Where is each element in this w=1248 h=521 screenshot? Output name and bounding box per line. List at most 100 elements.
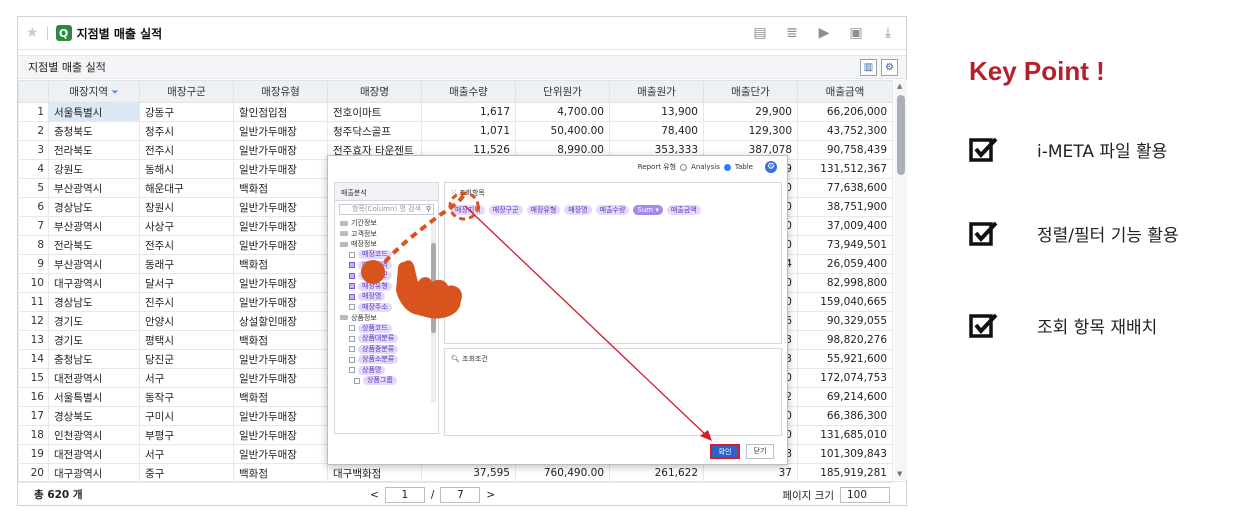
table-cell[interactable]: 경기도 — [48, 311, 140, 331]
tree-item[interactable]: 매장주소 — [340, 302, 438, 313]
table-cell[interactable]: 일반가두매장 — [233, 216, 328, 236]
table-cell[interactable]: 90,758,439 — [797, 140, 893, 160]
table-cell[interactable]: 강동구 — [139, 102, 234, 122]
table-cell[interactable]: 백화점 — [233, 330, 328, 350]
play-icon[interactable]: ▶ — [816, 25, 832, 41]
tree-checkbox[interactable] — [349, 346, 355, 353]
scroll-up-icon[interactable]: ▲ — [897, 82, 902, 90]
table-row[interactable]: 1 서울특별시 강동구 할인점입점 전호이마트 1,617 4,700.00 13,900 29… — [18, 102, 893, 122]
column-header[interactable]: 매장구군 — [139, 80, 234, 103]
download-icon[interactable]: ⤓ — [880, 25, 896, 41]
table-cell[interactable]: 37,595 — [421, 463, 516, 483]
tree-item[interactable]: 매장코드 — [340, 250, 438, 261]
table-cell[interactable]: 부산광역시 — [48, 254, 140, 274]
table-cell[interactable]: 4,700.00 — [515, 102, 610, 122]
table-cell[interactable]: 185,919,281 — [797, 463, 893, 483]
page-input[interactable]: 1 — [384, 487, 425, 503]
table-cell[interactable]: 백화점 — [233, 387, 328, 407]
tree-folder[interactable]: 매장정보 — [340, 239, 438, 250]
column-header[interactable]: 매장명 — [327, 80, 422, 103]
table-cell[interactable]: 172,074,753 — [797, 368, 893, 388]
save-icon[interactable]: ▣ — [848, 25, 864, 41]
table-cell[interactable]: 73,949,501 — [797, 235, 893, 255]
chart-icon[interactable]: ▥ — [860, 59, 877, 76]
table-cell[interactable]: 평택시 — [139, 330, 234, 350]
table-cell[interactable]: 경상남도 — [48, 292, 140, 312]
tree-item[interactable]: 매장유형 — [340, 281, 438, 292]
table-cell[interactable]: 동작구 — [139, 387, 234, 407]
table-cell[interactable]: 대전광역시 — [48, 368, 140, 388]
tree-folder[interactable]: 상품정보 — [340, 313, 438, 324]
tree-checkbox[interactable] — [354, 377, 360, 384]
table-cell[interactable]: 101,309,843 — [797, 444, 893, 464]
table-cell[interactable]: 69,214,600 — [797, 387, 893, 407]
analysis-radio[interactable] — [680, 163, 688, 171]
tree-checkbox[interactable] — [349, 272, 355, 279]
table-cell[interactable]: 안양시 — [139, 311, 234, 331]
table-cell[interactable]: 경상북도 — [48, 406, 140, 426]
tree-item[interactable]: 상품코드 — [340, 323, 438, 334]
table-cell[interactable]: 청주닥스골프 — [327, 121, 422, 141]
table-cell[interactable]: 일반가두매장 — [233, 425, 328, 445]
tree-item[interactable]: 매장구군 — [340, 271, 438, 282]
table-cell[interactable]: 서울특별시 — [48, 102, 140, 122]
table-cell[interactable]: 중구 — [139, 463, 234, 483]
table-cell[interactable]: 창원시 — [139, 197, 234, 217]
query-item-chip[interactable]: 매출수량 — [595, 205, 630, 215]
search-icon[interactable]: ⚲ — [426, 205, 431, 214]
table-cell[interactable]: 1,071 — [421, 121, 516, 141]
table-cell[interactable]: 대구광역시 — [48, 273, 140, 293]
table-cell[interactable]: 전주시 — [139, 235, 234, 255]
column-header[interactable]: 단위원가 — [515, 80, 610, 103]
column-header[interactable]: 매출금액 — [797, 80, 893, 103]
table-cell[interactable]: 부평구 — [139, 425, 234, 445]
database-icon[interactable]: ≣ — [784, 25, 800, 41]
table-cell[interactable]: 충청북도 — [48, 121, 140, 141]
grid-scrollbar[interactable]: ▲ ▼ — [895, 80, 907, 480]
table-cell[interactable]: 131,512,367 — [797, 159, 893, 179]
table-cell[interactable]: 일반가두매장 — [233, 444, 328, 464]
star-icon[interactable]: ★ — [26, 25, 39, 41]
table-cell[interactable]: 43,752,300 — [797, 121, 893, 141]
tree-item[interactable]: 매장명 — [340, 292, 438, 303]
table-cell[interactable]: 13,900 — [609, 102, 704, 122]
query-item-chip[interactable]: 매장지역 — [451, 205, 485, 215]
table-cell[interactable]: 상설할인매장 — [233, 311, 328, 331]
scroll-down-icon[interactable]: ▼ — [897, 470, 902, 478]
query-item-chip[interactable]: 매장명 — [564, 205, 592, 215]
tree-folder[interactable]: 고객정보 — [340, 229, 438, 240]
tree-item[interactable]: 상품소분류 — [340, 355, 438, 366]
table-row[interactable]: 2 충청북도 청주시 일반가두매장 청주닥스골프 1,071 50,400.00 78,400… — [18, 121, 893, 141]
query-item-chip[interactable]: 매장유형 — [526, 205, 561, 215]
field-search-input[interactable]: 항목(Column) 명 검색 ⚲ — [339, 204, 434, 215]
table-cell[interactable]: 사상구 — [139, 216, 234, 236]
table-cell[interactable]: 129,300 — [703, 121, 798, 141]
tree-checkbox[interactable] — [349, 304, 355, 311]
table-cell[interactable]: 55,921,600 — [797, 349, 893, 369]
table-cell[interactable]: 일반가두매장 — [233, 273, 328, 293]
table-cell[interactable]: 동래구 — [139, 254, 234, 274]
export-icon[interactable]: ▤ — [752, 25, 768, 41]
table-cell[interactable]: 청주시 — [139, 121, 234, 141]
table-cell[interactable]: 강원도 — [48, 159, 140, 179]
table-cell[interactable]: 131,685,010 — [797, 425, 893, 445]
table-cell[interactable]: 경상남도 — [48, 197, 140, 217]
next-page-button[interactable]: > — [486, 489, 495, 501]
table-cell[interactable]: 37 — [703, 463, 798, 483]
table-cell[interactable]: 26,059,400 — [797, 254, 893, 274]
tree-checkbox[interactable] — [349, 293, 355, 300]
table-cell[interactable]: 구미시 — [139, 406, 234, 426]
table-cell[interactable]: 50,400.00 — [515, 121, 610, 141]
table-cell[interactable]: 부산광역시 — [48, 216, 140, 236]
query-item-chip[interactable]: 매장구군 — [488, 205, 523, 215]
table-cell[interactable]: 동해시 — [139, 159, 234, 179]
table-cell[interactable]: 82,998,800 — [797, 273, 893, 293]
column-header[interactable]: 매출수량 — [421, 80, 516, 103]
table-cell[interactable]: 77,638,600 — [797, 178, 893, 198]
query-item-chip[interactable]: 매출금액 — [666, 205, 701, 215]
table-cell[interactable]: 대구광역시 — [48, 463, 140, 483]
tree-item[interactable]: 매장지역 — [340, 260, 438, 271]
tree-item[interactable]: 상품대분류 — [340, 334, 438, 345]
table-row[interactable]: 20 대구광역시 중구 백화점 대구백화점 37,595 760,490.00 261,622… — [18, 463, 893, 483]
table-cell[interactable]: 백화점 — [233, 463, 328, 483]
